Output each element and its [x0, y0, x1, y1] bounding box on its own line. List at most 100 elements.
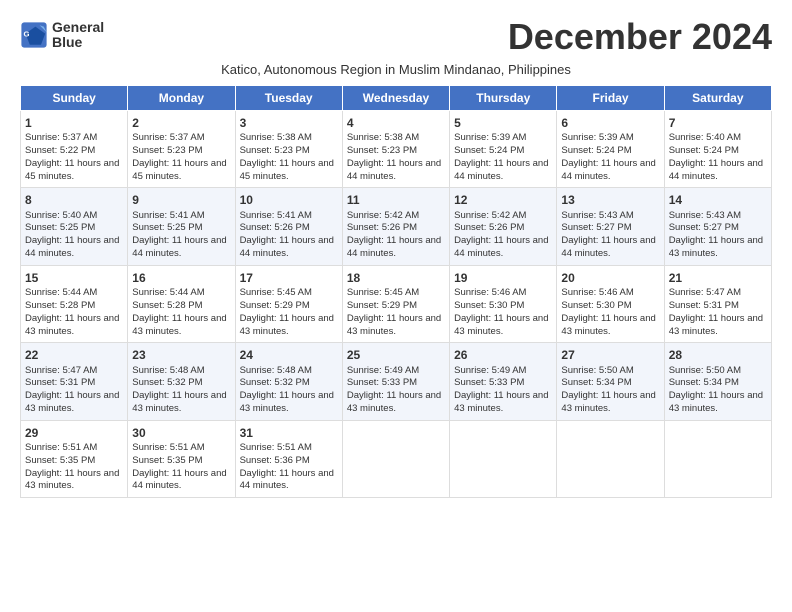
- day-info-line: Daylight: 11 hours and 44 minutes.: [669, 158, 767, 184]
- day-number: 2: [132, 115, 230, 131]
- day-cell-29: 29Sunrise: 5:51 AMSunset: 5:35 PMDayligh…: [21, 420, 128, 497]
- day-info-line: Daylight: 11 hours and 43 minutes.: [347, 390, 445, 416]
- month-title: December 2024: [508, 16, 772, 58]
- day-cell-28: 28Sunrise: 5:50 AMSunset: 5:34 PMDayligh…: [664, 343, 771, 420]
- day-info-line: Sunset: 5:29 PM: [347, 300, 445, 313]
- day-info-line: Sunrise: 5:37 AM: [25, 132, 123, 145]
- day-cell-7: 7Sunrise: 5:40 AMSunset: 5:24 PMDaylight…: [664, 111, 771, 188]
- svg-text:G: G: [24, 30, 30, 39]
- week-row-5: 29Sunrise: 5:51 AMSunset: 5:35 PMDayligh…: [21, 420, 772, 497]
- day-number: 14: [669, 192, 767, 208]
- day-info-line: Sunset: 5:23 PM: [347, 145, 445, 158]
- day-info-line: Sunrise: 5:43 AM: [561, 210, 659, 223]
- day-info-line: Sunset: 5:26 PM: [347, 222, 445, 235]
- day-info-line: Sunset: 5:33 PM: [347, 377, 445, 390]
- day-info-line: Sunrise: 5:51 AM: [132, 442, 230, 455]
- day-cell-23: 23Sunrise: 5:48 AMSunset: 5:32 PMDayligh…: [128, 343, 235, 420]
- day-info-line: Daylight: 11 hours and 43 minutes.: [454, 390, 552, 416]
- day-number: 18: [347, 270, 445, 286]
- logo-text: General Blue: [52, 20, 104, 51]
- logo-line2: Blue: [52, 34, 82, 50]
- week-row-4: 22Sunrise: 5:47 AMSunset: 5:31 PMDayligh…: [21, 343, 772, 420]
- day-header-thursday: Thursday: [450, 86, 557, 111]
- day-number: 12: [454, 192, 552, 208]
- day-info-line: Sunrise: 5:50 AM: [561, 365, 659, 378]
- day-number: 21: [669, 270, 767, 286]
- day-info-line: Sunset: 5:28 PM: [25, 300, 123, 313]
- day-cell-20: 20Sunrise: 5:46 AMSunset: 5:30 PMDayligh…: [557, 265, 664, 342]
- day-info-line: Sunrise: 5:38 AM: [347, 132, 445, 145]
- day-cell-4: 4Sunrise: 5:38 AMSunset: 5:23 PMDaylight…: [342, 111, 449, 188]
- day-info-line: Daylight: 11 hours and 43 minutes.: [240, 390, 338, 416]
- day-cell-18: 18Sunrise: 5:45 AMSunset: 5:29 PMDayligh…: [342, 265, 449, 342]
- day-header-tuesday: Tuesday: [235, 86, 342, 111]
- day-number: 28: [669, 347, 767, 363]
- day-info-line: Sunrise: 5:46 AM: [561, 287, 659, 300]
- day-info-line: Daylight: 11 hours and 44 minutes.: [454, 158, 552, 184]
- logo-icon: G: [20, 21, 48, 49]
- day-number: 31: [240, 425, 338, 441]
- day-number: 26: [454, 347, 552, 363]
- day-info-line: Sunset: 5:30 PM: [561, 300, 659, 313]
- day-info-line: Sunrise: 5:38 AM: [240, 132, 338, 145]
- day-info-line: Sunrise: 5:42 AM: [347, 210, 445, 223]
- day-number: 27: [561, 347, 659, 363]
- day-info-line: Daylight: 11 hours and 44 minutes.: [132, 468, 230, 494]
- day-cell-14: 14Sunrise: 5:43 AMSunset: 5:27 PMDayligh…: [664, 188, 771, 265]
- day-info-line: Sunset: 5:33 PM: [454, 377, 552, 390]
- day-number: 1: [25, 115, 123, 131]
- day-info-line: Sunrise: 5:43 AM: [669, 210, 767, 223]
- day-cell-17: 17Sunrise: 5:45 AMSunset: 5:29 PMDayligh…: [235, 265, 342, 342]
- day-number: 13: [561, 192, 659, 208]
- subtitle: Katico, Autonomous Region in Muslim Mind…: [20, 62, 772, 77]
- day-number: 19: [454, 270, 552, 286]
- day-info-line: Sunrise: 5:40 AM: [669, 132, 767, 145]
- day-info-line: Daylight: 11 hours and 44 minutes.: [240, 235, 338, 261]
- day-number: 15: [25, 270, 123, 286]
- day-info-line: Sunset: 5:32 PM: [240, 377, 338, 390]
- day-info-line: Sunset: 5:24 PM: [454, 145, 552, 158]
- day-info-line: Daylight: 11 hours and 43 minutes.: [240, 313, 338, 339]
- day-info-line: Sunset: 5:34 PM: [561, 377, 659, 390]
- day-info-line: Daylight: 11 hours and 43 minutes.: [669, 313, 767, 339]
- day-info-line: Sunset: 5:24 PM: [561, 145, 659, 158]
- day-info-line: Sunrise: 5:44 AM: [132, 287, 230, 300]
- day-info-line: Sunset: 5:32 PM: [132, 377, 230, 390]
- day-cell-9: 9Sunrise: 5:41 AMSunset: 5:25 PMDaylight…: [128, 188, 235, 265]
- day-info-line: Sunset: 5:35 PM: [132, 455, 230, 468]
- day-number: 29: [25, 425, 123, 441]
- day-info-line: Daylight: 11 hours and 44 minutes.: [347, 235, 445, 261]
- day-number: 9: [132, 192, 230, 208]
- day-info-line: Daylight: 11 hours and 43 minutes.: [25, 313, 123, 339]
- day-info-line: Sunset: 5:27 PM: [561, 222, 659, 235]
- day-info-line: Sunrise: 5:47 AM: [25, 365, 123, 378]
- day-cell-2: 2Sunrise: 5:37 AMSunset: 5:23 PMDaylight…: [128, 111, 235, 188]
- day-info-line: Daylight: 11 hours and 44 minutes.: [347, 158, 445, 184]
- day-info-line: Sunrise: 5:41 AM: [240, 210, 338, 223]
- day-info-line: Sunrise: 5:44 AM: [25, 287, 123, 300]
- day-cell-1: 1Sunrise: 5:37 AMSunset: 5:22 PMDaylight…: [21, 111, 128, 188]
- day-info-line: Sunrise: 5:50 AM: [669, 365, 767, 378]
- day-headers-row: SundayMondayTuesdayWednesdayThursdayFrid…: [21, 86, 772, 111]
- day-info-line: Sunrise: 5:37 AM: [132, 132, 230, 145]
- day-info-line: Sunrise: 5:47 AM: [669, 287, 767, 300]
- day-cell-21: 21Sunrise: 5:47 AMSunset: 5:31 PMDayligh…: [664, 265, 771, 342]
- day-info-line: Sunset: 5:22 PM: [25, 145, 123, 158]
- day-cell-26: 26Sunrise: 5:49 AMSunset: 5:33 PMDayligh…: [450, 343, 557, 420]
- day-cell-13: 13Sunrise: 5:43 AMSunset: 5:27 PMDayligh…: [557, 188, 664, 265]
- day-info-line: Sunset: 5:35 PM: [25, 455, 123, 468]
- day-cell-3: 3Sunrise: 5:38 AMSunset: 5:23 PMDaylight…: [235, 111, 342, 188]
- day-info-line: Sunrise: 5:48 AM: [132, 365, 230, 378]
- day-cell-25: 25Sunrise: 5:49 AMSunset: 5:33 PMDayligh…: [342, 343, 449, 420]
- day-header-friday: Friday: [557, 86, 664, 111]
- day-info-line: Sunset: 5:27 PM: [669, 222, 767, 235]
- day-info-line: Sunrise: 5:45 AM: [240, 287, 338, 300]
- day-info-line: Daylight: 11 hours and 44 minutes.: [132, 235, 230, 261]
- day-info-line: Sunset: 5:28 PM: [132, 300, 230, 313]
- day-info-line: Daylight: 11 hours and 45 minutes.: [132, 158, 230, 184]
- day-info-line: Sunset: 5:25 PM: [25, 222, 123, 235]
- week-row-2: 8Sunrise: 5:40 AMSunset: 5:25 PMDaylight…: [21, 188, 772, 265]
- day-cell-10: 10Sunrise: 5:41 AMSunset: 5:26 PMDayligh…: [235, 188, 342, 265]
- day-info-line: Sunrise: 5:48 AM: [240, 365, 338, 378]
- day-cell-16: 16Sunrise: 5:44 AMSunset: 5:28 PMDayligh…: [128, 265, 235, 342]
